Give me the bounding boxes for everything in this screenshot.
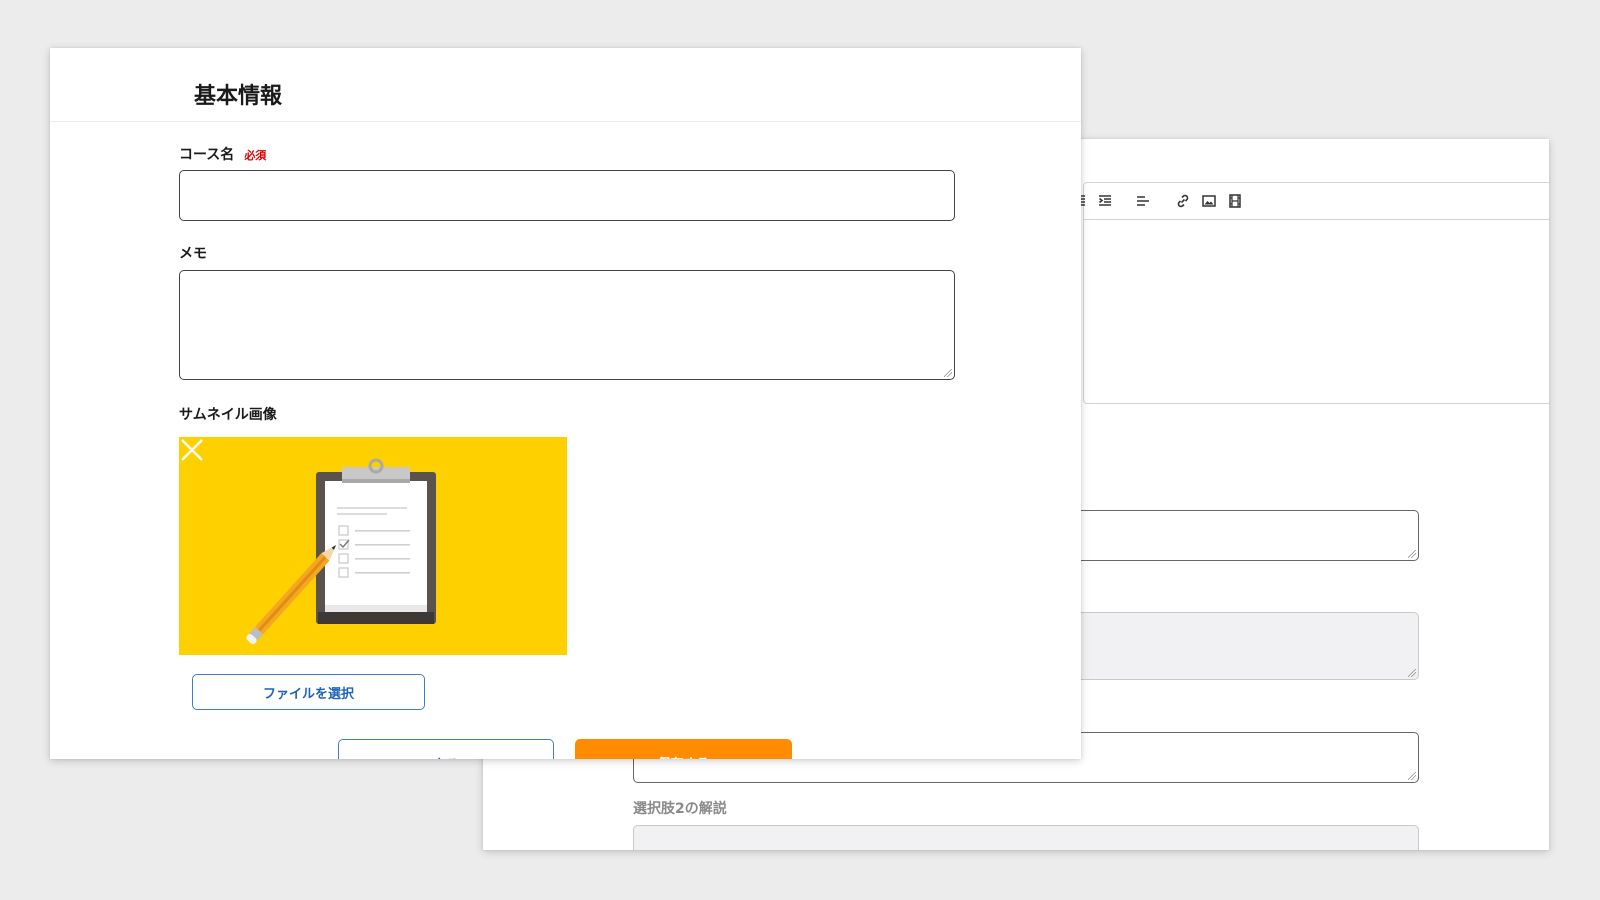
resize-handle[interactable] [1408,772,1416,780]
course-name-label-row: コース名 必須 [179,144,266,164]
back-button[interactable]: 戻る [338,739,554,759]
resize-handle[interactable] [1408,550,1416,558]
thumbnail-label: サムネイル画像 [179,407,277,423]
option2-explanation-label: 選択肢2の解説 [633,801,727,817]
link-icon[interactable] [1176,194,1190,208]
choose-file-button[interactable]: ファイルを選択 [192,674,425,710]
resize-handle[interactable] [944,369,952,377]
resize-handle[interactable] [1408,669,1416,677]
indent-icon[interactable] [1098,194,1112,208]
image-icon[interactable] [1202,194,1216,208]
close-icon[interactable] [179,437,205,463]
memo-textarea[interactable] [179,270,955,380]
option-explanation-2-textarea[interactable] [633,825,1419,850]
course-name-label: コース名 [179,147,235,163]
align-icon[interactable] [1136,194,1150,208]
required-badge: 必須 [244,149,267,162]
editor-toolbar [1072,183,1549,220]
clipboard-illustration [246,458,436,645]
course-basic-info-sheet: 基本情報 コース名 必須 メモ サムネイル画像 ファイルを選択 [50,48,1081,759]
thumbnail-preview [179,437,567,655]
rich-text-editor[interactable] [1072,182,1549,404]
memo-label: メモ [179,246,207,262]
title-divider [50,121,1081,122]
save-button[interactable]: 保存する [575,739,792,759]
course-name-input[interactable] [179,170,955,221]
video-icon[interactable] [1228,194,1242,208]
section-title: 基本情報 [194,84,283,109]
